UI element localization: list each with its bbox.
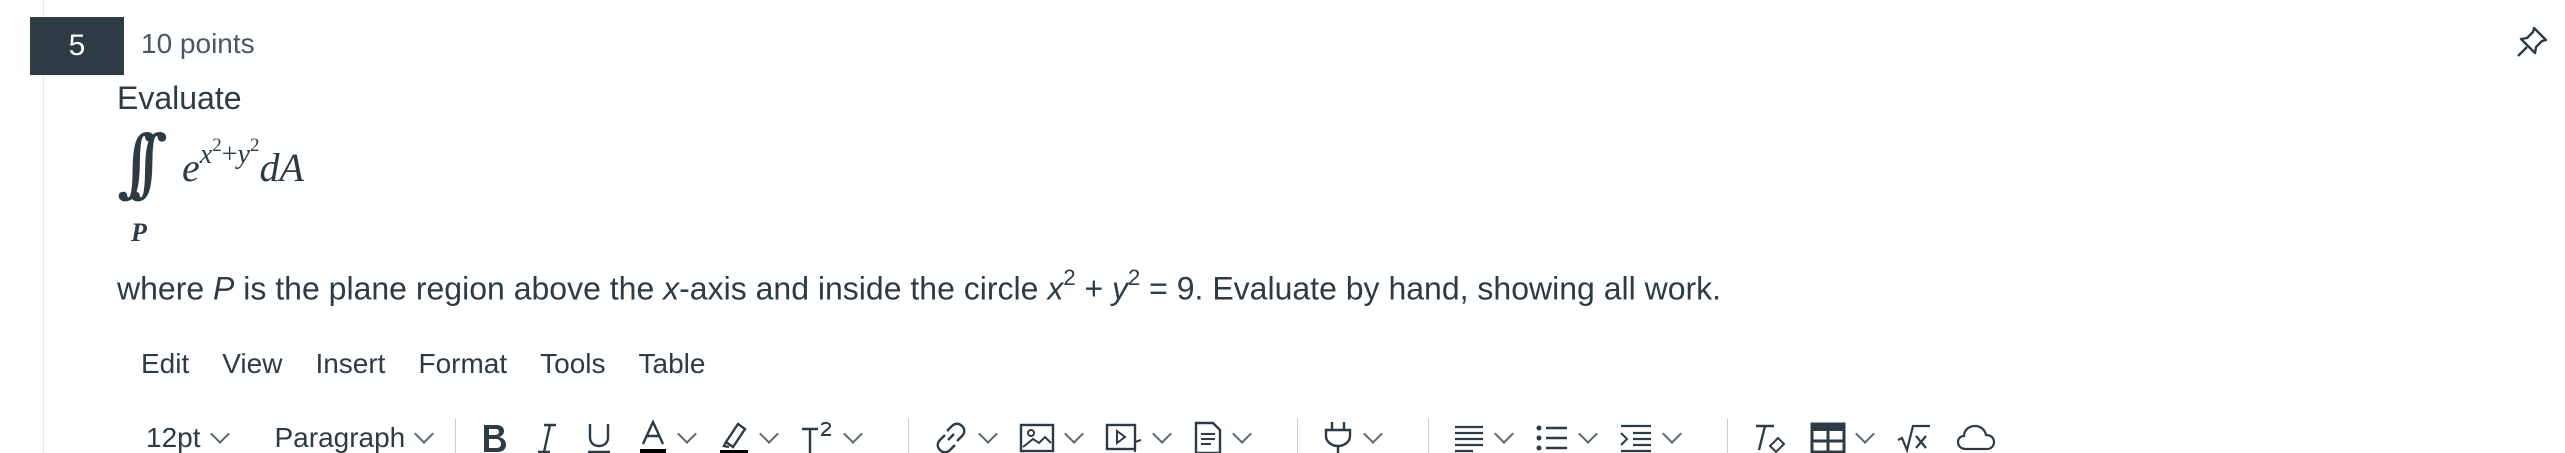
indent-icon xyxy=(1619,423,1653,453)
toolbar-separator xyxy=(1297,418,1299,453)
toolbar-separator xyxy=(1428,418,1430,453)
integrand-exponent: x2+y2 xyxy=(199,135,260,170)
text-color-button[interactable] xyxy=(638,420,698,453)
chevron-down-icon xyxy=(414,424,435,444)
chevron-down-icon xyxy=(209,424,230,444)
italic-icon xyxy=(534,421,560,453)
chevron-down-icon xyxy=(1152,424,1173,444)
editor-toolbar: 12pt Paragraph xyxy=(146,418,2020,453)
differential: dA xyxy=(259,145,304,190)
italic-button[interactable] xyxy=(534,421,560,453)
bold-button[interactable] xyxy=(480,421,510,453)
chevron-down-icon xyxy=(1064,424,1085,444)
integrand-base: e xyxy=(182,145,200,190)
integral-region: P xyxy=(131,218,147,247)
table-button[interactable] xyxy=(1810,422,1876,453)
document-icon xyxy=(1193,421,1223,453)
question-description: where P is the plane region above the x-… xyxy=(117,265,1722,308)
bullet-list-button[interactable] xyxy=(1535,423,1599,453)
desc-part-4: = 9. Evaluate by hand, showing all work. xyxy=(1140,270,1722,307)
underline-icon xyxy=(584,421,614,453)
chevron-down-icon xyxy=(1578,424,1599,444)
desc-axis: x xyxy=(663,270,680,307)
plugin-icon xyxy=(1322,420,1354,453)
exponent-square-a: 2 xyxy=(212,135,222,156)
highlight-icon xyxy=(718,420,750,453)
cloud-button[interactable] xyxy=(1956,423,1996,453)
chevron-down-icon xyxy=(759,424,780,444)
clear-format-button[interactable] xyxy=(1752,422,1786,453)
underline-button[interactable] xyxy=(584,421,614,453)
indent-button[interactable] xyxy=(1619,423,1683,453)
bullet-list-icon xyxy=(1535,423,1569,453)
highlight-button[interactable] xyxy=(718,420,780,453)
chevron-down-icon xyxy=(1662,424,1683,444)
desc-region: P xyxy=(213,270,235,307)
media-button[interactable] xyxy=(1105,422,1173,453)
image-button[interactable] xyxy=(1019,422,1085,453)
desc-sup-b: 2 xyxy=(1128,265,1141,290)
chevron-down-icon xyxy=(1363,424,1384,444)
pin-icon[interactable] xyxy=(2514,24,2550,60)
chevron-down-icon xyxy=(1494,424,1515,444)
desc-circle-y: y xyxy=(1112,270,1129,307)
exponent-plus: + xyxy=(221,139,238,170)
menu-edit[interactable]: Edit xyxy=(141,348,189,380)
block-format-select[interactable]: Paragraph xyxy=(274,422,435,453)
media-icon xyxy=(1105,422,1143,453)
link-button[interactable] xyxy=(933,421,999,453)
superscript-icon xyxy=(800,421,834,453)
exponent-square-b: 2 xyxy=(249,135,260,156)
exponent-y: y xyxy=(237,139,250,170)
desc-part-3: -axis and inside the circle xyxy=(679,270,1048,307)
desc-plus: + xyxy=(1075,270,1113,307)
link-icon xyxy=(933,421,969,453)
menu-view[interactable]: View xyxy=(222,348,282,380)
chevron-down-icon xyxy=(677,424,698,444)
block-format-value: Paragraph xyxy=(274,422,406,453)
question-number-badge: 5 xyxy=(30,17,124,75)
align-icon xyxy=(1453,423,1485,453)
table-icon xyxy=(1810,422,1846,453)
image-icon xyxy=(1019,422,1055,453)
chevron-down-icon xyxy=(843,424,864,444)
editor-menubar: Edit View Insert Format Tools Table xyxy=(141,348,738,380)
align-button[interactable] xyxy=(1453,423,1515,453)
chevron-down-icon xyxy=(1232,424,1253,444)
desc-sup-a: 2 xyxy=(1063,265,1076,290)
document-button[interactable] xyxy=(1193,421,1253,453)
menu-tools[interactable]: Tools xyxy=(540,348,605,380)
font-size-value: 12pt xyxy=(146,422,201,453)
chevron-down-icon xyxy=(978,424,999,444)
math-button[interactable] xyxy=(1896,422,1932,453)
desc-part-2: is the plane region above the xyxy=(234,270,664,307)
double-integral-formula: ∫∫ P ex2+y2dA xyxy=(117,126,377,256)
superscript-button[interactable] xyxy=(800,421,864,453)
toolbar-separator xyxy=(455,418,457,453)
menu-format[interactable]: Format xyxy=(418,348,507,380)
toolbar-separator xyxy=(908,418,910,453)
quiz-page: 5 10 points Evaluate ∫∫ P ex2+y2dA where… xyxy=(0,0,2565,453)
exponent-x: x xyxy=(199,139,213,170)
desc-part-1: where xyxy=(117,270,214,307)
menu-table[interactable]: Table xyxy=(639,348,706,380)
desc-circle-x: x xyxy=(1047,270,1064,307)
toolbar-separator xyxy=(1727,418,1729,453)
prompt-label: Evaluate xyxy=(117,80,242,116)
bold-icon xyxy=(480,421,510,453)
cloud-icon xyxy=(1956,423,1996,453)
font-size-select[interactable]: 12pt xyxy=(146,422,230,453)
plugin-button[interactable] xyxy=(1322,420,1384,453)
menu-insert[interactable]: Insert xyxy=(315,348,385,380)
integrand: ex2+y2dA xyxy=(182,135,304,191)
text-color-icon xyxy=(638,420,668,453)
question-points: 10 points xyxy=(141,28,255,59)
chevron-down-icon xyxy=(1855,424,1876,444)
double-integral-sign: ∫∫ xyxy=(117,120,168,206)
math-icon xyxy=(1896,422,1932,453)
clear-format-icon xyxy=(1752,422,1786,453)
